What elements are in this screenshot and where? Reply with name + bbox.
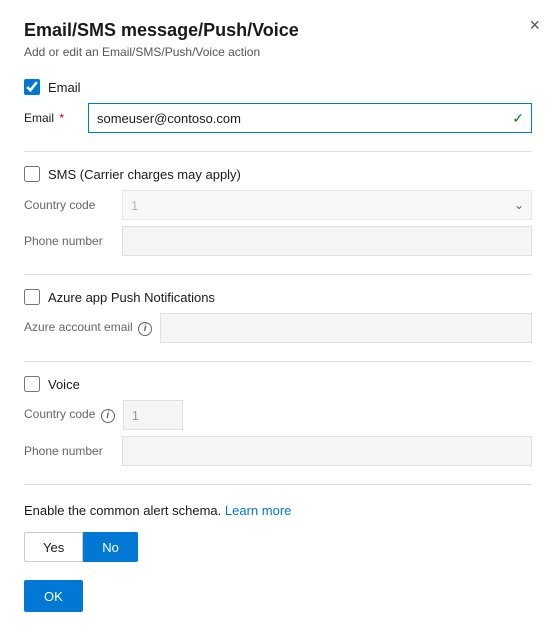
- email-field-label: Email *: [24, 111, 80, 125]
- yes-button[interactable]: Yes: [24, 532, 83, 562]
- email-section: Email Email * ✓: [24, 79, 532, 133]
- sms-phone-input[interactable]: [122, 226, 532, 256]
- divider-2: [24, 274, 532, 275]
- voice-country-row: Country code i: [24, 400, 532, 430]
- divider-4: [24, 484, 532, 485]
- close-button[interactable]: ×: [529, 16, 540, 34]
- voice-checkbox-row: Voice: [24, 376, 532, 392]
- sms-country-select-wrapper: 1 ⌄: [122, 190, 532, 220]
- push-checkbox-row: Azure app Push Notifications: [24, 289, 532, 305]
- dialog: × Email/SMS message/Push/Voice Add or ed…: [0, 0, 556, 636]
- sms-checkbox-label[interactable]: SMS (Carrier charges may apply): [48, 167, 241, 182]
- email-field-row: Email * ✓: [24, 103, 532, 133]
- push-checkbox[interactable]: [24, 289, 40, 305]
- dialog-subtitle: Add or edit an Email/SMS/Push/Voice acti…: [24, 45, 532, 59]
- voice-country-label: Country code i: [24, 407, 115, 423]
- sms-phone-label: Phone number: [24, 234, 114, 248]
- alert-schema-row: Enable the common alert schema. Learn mo…: [24, 503, 532, 518]
- check-icon: ✓: [512, 110, 524, 127]
- voice-phone-row: Phone number: [24, 436, 532, 466]
- sms-country-select[interactable]: 1: [122, 190, 532, 220]
- sms-country-row: Country code 1 ⌄: [24, 190, 532, 220]
- voice-phone-label: Phone number: [24, 444, 114, 458]
- email-input[interactable]: [88, 103, 532, 133]
- ok-button[interactable]: OK: [24, 580, 83, 612]
- toggle-row: Yes No: [24, 532, 532, 562]
- voice-checkbox-label[interactable]: Voice: [48, 377, 80, 392]
- divider-1: [24, 151, 532, 152]
- required-star: *: [56, 111, 64, 125]
- info-icon-voice: i: [101, 409, 115, 423]
- sms-phone-row: Phone number: [24, 226, 532, 256]
- divider-3: [24, 361, 532, 362]
- voice-phone-input[interactable]: [122, 436, 532, 466]
- push-email-row: Azure account email i: [24, 313, 532, 343]
- alert-schema-text: Enable the common alert schema.: [24, 503, 221, 518]
- push-checkbox-label[interactable]: Azure app Push Notifications: [48, 290, 215, 305]
- sms-country-label: Country code: [24, 198, 114, 212]
- sms-section: SMS (Carrier charges may apply) Country …: [24, 166, 532, 256]
- push-email-input[interactable]: [160, 313, 532, 343]
- email-checkbox-row: Email: [24, 79, 532, 95]
- sms-checkbox[interactable]: [24, 166, 40, 182]
- no-button[interactable]: No: [83, 532, 138, 562]
- info-icon-push: i: [138, 322, 152, 336]
- sms-checkbox-row: SMS (Carrier charges may apply): [24, 166, 532, 182]
- dialog-title: Email/SMS message/Push/Voice: [24, 20, 532, 41]
- voice-section: Voice Country code i Phone number: [24, 376, 532, 466]
- push-section: Azure app Push Notifications Azure accou…: [24, 289, 532, 343]
- voice-country-input[interactable]: [123, 400, 183, 430]
- email-checkbox[interactable]: [24, 79, 40, 95]
- email-input-wrapper: ✓: [88, 103, 532, 133]
- email-checkbox-label[interactable]: Email: [48, 80, 81, 95]
- learn-more-link[interactable]: Learn more: [225, 503, 291, 518]
- voice-checkbox[interactable]: [24, 376, 40, 392]
- push-email-label: Azure account email i: [24, 320, 152, 336]
